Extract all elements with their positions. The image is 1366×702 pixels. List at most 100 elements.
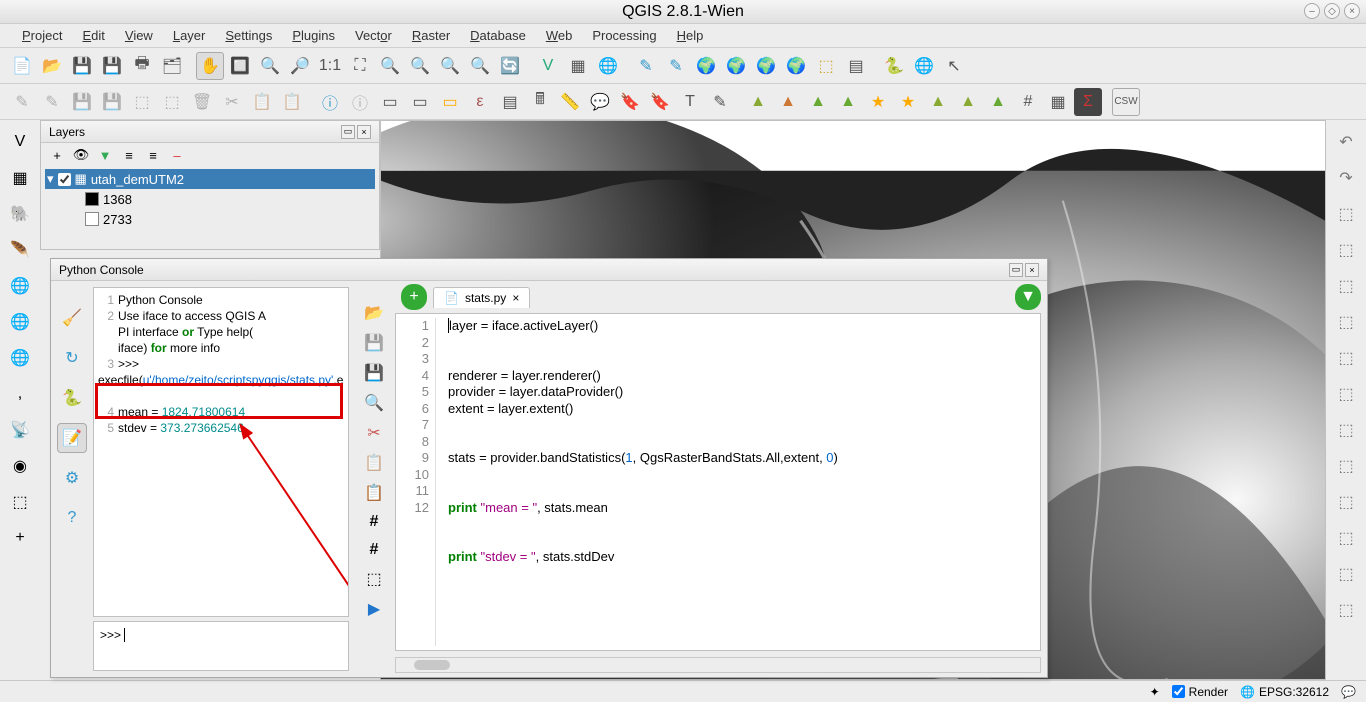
toggle-extents-icon[interactable]: ✦: [1150, 685, 1160, 699]
rside-3-icon[interactable]: ⬚: [1332, 200, 1360, 228]
lyr-eye-icon[interactable]: 👁: [71, 145, 91, 165]
globe5-icon[interactable]: 🌐: [910, 52, 938, 80]
wfs-icon[interactable]: 🌐: [594, 52, 622, 80]
add-virtual-icon[interactable]: ⬚: [6, 488, 34, 516]
add-gps-icon[interactable]: 📡: [6, 416, 34, 444]
r4-icon[interactable]: ▲: [834, 88, 862, 116]
menu-edit[interactable]: Edit: [74, 26, 112, 45]
menu-help[interactable]: Help: [669, 26, 712, 45]
menu-vector[interactable]: Vector: [347, 26, 400, 45]
maximize-button[interactable]: ◇: [1324, 3, 1340, 19]
select-icon[interactable]: ▭: [376, 88, 404, 116]
menu-web[interactable]: Web: [538, 26, 581, 45]
r8-icon[interactable]: ▲: [954, 88, 982, 116]
vector-new-icon[interactable]: V: [534, 52, 562, 80]
tips-icon[interactable]: 💬: [586, 88, 614, 116]
ed-open-icon[interactable]: 📂: [364, 303, 384, 323]
ed-run-all-icon[interactable]: ▼: [1015, 284, 1041, 310]
lyr-filter-icon[interactable]: ▼: [95, 145, 115, 165]
render-checkbox[interactable]: [1172, 685, 1185, 698]
console-output[interactable]: 1Python Console 2Use iface to access QGI…: [93, 287, 349, 617]
layer-row-selected[interactable]: ▾ ▦ utah_demUTM2: [45, 169, 375, 189]
rside-10-icon[interactable]: ⬚: [1332, 452, 1360, 480]
ed-paste-icon[interactable]: 📋: [364, 483, 384, 503]
zoom-native-icon[interactable]: 1:1: [316, 52, 344, 80]
rside-12-icon[interactable]: ⬚: [1332, 524, 1360, 552]
sigma-icon[interactable]: Σ: [1074, 88, 1102, 116]
new-project-icon[interactable]: 📄: [8, 52, 36, 80]
annot-icon[interactable]: ✎: [706, 88, 734, 116]
code-lines[interactable]: layer = iface.activeLayer() renderer = l…: [436, 318, 1040, 646]
rside-6-icon[interactable]: ⬚: [1332, 308, 1360, 336]
bookmark2-icon[interactable]: 🔖: [646, 88, 674, 116]
lyr-collapse-icon[interactable]: ≡: [143, 145, 163, 165]
collapse-icon[interactable]: ▾: [47, 171, 54, 187]
paste2-icon[interactable]: 📋: [278, 88, 306, 116]
save-as-icon[interactable]: 💾: [98, 52, 126, 80]
pan-selection-icon[interactable]: 🔲: [226, 52, 254, 80]
add-wcs-icon[interactable]: 🌐: [6, 308, 34, 336]
add-raster-icon[interactable]: ▦: [6, 164, 34, 192]
identify2-icon[interactable]: ⓘ: [346, 88, 374, 116]
pc-settings-icon[interactable]: ⚙: [57, 463, 87, 493]
refresh-icon[interactable]: 🔄: [496, 52, 524, 80]
trash-icon[interactable]: 🗑: [188, 88, 216, 116]
menu-view[interactable]: View: [117, 26, 161, 45]
composer-manager-icon[interactable]: 🗂: [158, 52, 186, 80]
r3-icon[interactable]: ▲: [804, 88, 832, 116]
r6-icon[interactable]: ★: [894, 88, 922, 116]
messages-icon[interactable]: 💬: [1341, 685, 1356, 699]
select2-icon[interactable]: ▭: [406, 88, 434, 116]
disk-icon[interactable]: 💾: [68, 88, 96, 116]
editor-hscroll[interactable]: [395, 657, 1041, 673]
pen1-icon[interactable]: ✎: [632, 52, 660, 80]
r5-icon[interactable]: ★: [864, 88, 892, 116]
tab-close-icon[interactable]: ×: [512, 291, 519, 305]
pan-icon[interactable]: ✋: [196, 52, 224, 80]
code-editor[interactable]: 123456789101112 layer = iface.activeLaye…: [395, 313, 1041, 651]
r2-icon[interactable]: ▲: [774, 88, 802, 116]
ed-copy-icon[interactable]: 📋: [364, 453, 384, 473]
zoom-next-icon[interactable]: 🔍: [466, 52, 494, 80]
panel-undock-icon[interactable]: ▭: [341, 125, 355, 139]
calc-icon[interactable]: 🖩: [526, 88, 554, 116]
lyr-add-icon[interactable]: +: [47, 145, 67, 165]
layer-icon[interactable]: ▤: [842, 52, 870, 80]
layer-visible-checkbox[interactable]: [58, 173, 71, 186]
menu-layer[interactable]: Layer: [165, 26, 214, 45]
expr-icon[interactable]: ε: [466, 88, 494, 116]
close-button[interactable]: ×: [1344, 3, 1360, 19]
zoom-full-icon[interactable]: ⛶: [346, 52, 374, 80]
map-icon[interactable]: ⬚: [812, 52, 840, 80]
zoom-selection-icon[interactable]: 🔍: [376, 52, 404, 80]
add-oracle-icon[interactable]: ◉: [6, 452, 34, 480]
add-vector-icon[interactable]: V: [6, 128, 34, 156]
rside-14-icon[interactable]: ⬚: [1332, 596, 1360, 624]
r11-icon[interactable]: ▦: [1044, 88, 1072, 116]
csw-icon[interactable]: CSW: [1112, 88, 1140, 116]
attr-table-icon[interactable]: ▤: [496, 88, 524, 116]
zoom-out-icon[interactable]: 🔎: [286, 52, 314, 80]
text-icon[interactable]: T: [676, 88, 704, 116]
add-postgis-icon[interactable]: 🐘: [6, 200, 34, 228]
menu-plugins[interactable]: Plugins: [284, 26, 343, 45]
ed-uncomment-icon[interactable]: #: [370, 541, 379, 559]
python-icon[interactable]: 🐍: [880, 52, 908, 80]
zoom-layer-icon[interactable]: 🔍: [406, 52, 434, 80]
menu-processing[interactable]: Processing: [584, 26, 664, 45]
ed-find-icon[interactable]: 🔍: [364, 393, 384, 413]
add-csv-icon[interactable]: ,: [6, 380, 34, 408]
pencil-icon[interactable]: ✎: [8, 88, 36, 116]
ed-saveas-icon[interactable]: 💾: [364, 363, 384, 383]
rside-8-icon[interactable]: ⬚: [1332, 380, 1360, 408]
add-wfs-icon[interactable]: 🌐: [6, 344, 34, 372]
cut-icon[interactable]: ✂: [218, 88, 246, 116]
globe1-icon[interactable]: 🌍: [692, 52, 720, 80]
identify-icon[interactable]: ⓘ: [316, 88, 344, 116]
ed-new-tab-icon[interactable]: +: [401, 284, 427, 310]
rside-4-icon[interactable]: ⬚: [1332, 236, 1360, 264]
pc-editor-icon[interactable]: 📝: [57, 423, 87, 453]
ed-run-icon[interactable]: ▶: [368, 599, 380, 619]
disk2-icon[interactable]: 💾: [98, 88, 126, 116]
zoom-in-icon[interactable]: 🔍: [256, 52, 284, 80]
